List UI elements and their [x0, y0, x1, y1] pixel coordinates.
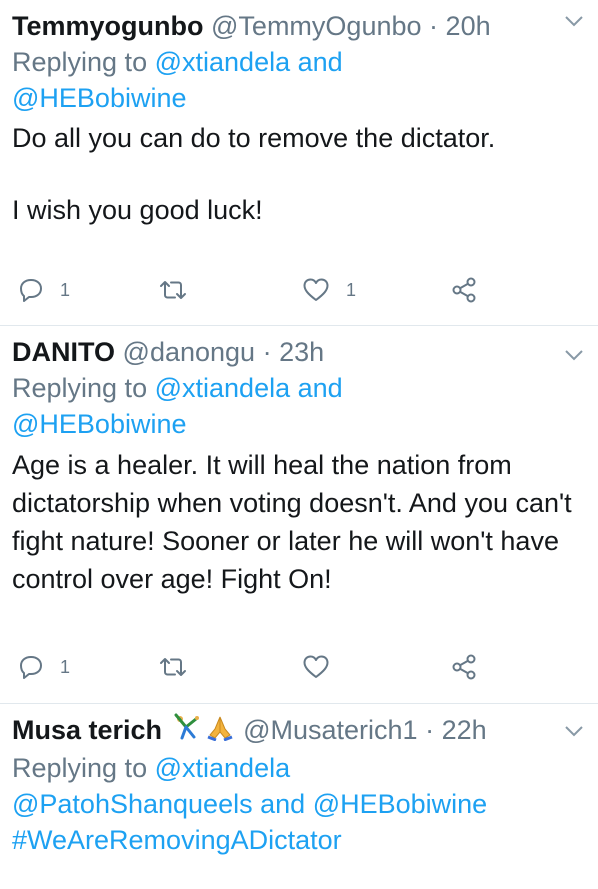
author-handle[interactable]: @TemmyOgunbo [211, 11, 422, 41]
folded-hands-icon [206, 713, 234, 750]
separator-dot: · [262, 337, 272, 367]
chevron-down-icon[interactable] [564, 348, 584, 367]
tweet-header: Musa terich @Musaterich1 · 22h [12, 712, 584, 750]
reply-icon [18, 277, 44, 303]
author-handle[interactable]: @Musaterich1 [243, 715, 417, 745]
mention-link[interactable]: @PatohShanqueels [12, 789, 253, 819]
tweet-text: #WeAreRemovingADictator [12, 822, 584, 858]
separator-dot: · [425, 715, 435, 745]
tweet[interactable]: Temmyogunbo @TemmyOgunbo · 20h Replying … [0, 0, 598, 326]
tweet-actions: 1 1 [12, 272, 584, 308]
author-handle[interactable]: @danongu [123, 337, 256, 367]
replying-and[interactable]: and [260, 789, 305, 819]
heart-icon [302, 277, 330, 303]
reply-button[interactable]: 1 [18, 649, 70, 685]
reply-button[interactable]: 1 [18, 272, 70, 308]
reply-count: 1 [60, 279, 71, 300]
replying-and[interactable]: and [298, 373, 343, 403]
share-button[interactable] [450, 272, 478, 308]
author-name[interactable]: DANITO [12, 337, 115, 367]
chevron-down-icon[interactable] [564, 14, 584, 33]
separator-dot: · [429, 11, 439, 41]
mention-link[interactable]: @HEBobiwine [12, 409, 187, 439]
hashtag-link[interactable]: #WeAreRemovingADictator [12, 825, 342, 855]
reply-icon [18, 654, 44, 680]
tweet-actions: 1 [12, 649, 584, 685]
reply-count: 1 [60, 656, 71, 677]
chevron-down-icon[interactable] [564, 724, 584, 743]
replying-to: Replying to @xtiandela and @HEBobiwine [12, 370, 584, 442]
share-icon [450, 276, 478, 304]
like-button[interactable]: 1 [302, 272, 356, 308]
mention-link[interactable]: @xtiandela [155, 373, 291, 403]
replying-to: Replying to @xtiandela @PatohShanqueels … [12, 750, 584, 822]
timestamp[interactable]: 23h [279, 337, 324, 367]
share-button[interactable] [450, 649, 478, 685]
mention-link[interactable]: @xtiandela [155, 47, 291, 77]
author-name[interactable]: Musa terich [12, 715, 162, 745]
person-cartwheeling-icon [172, 713, 202, 750]
like-button[interactable] [302, 649, 346, 685]
tweet-header: Temmyogunbo @TemmyOgunbo · 20h [12, 8, 584, 44]
retweet-button[interactable] [158, 649, 204, 685]
tweet-header: DANITO @danongu · 23h [12, 334, 584, 370]
tweet-text: Do all you can do to remove the dictator… [12, 120, 584, 228]
share-icon [450, 653, 478, 681]
retweet-button[interactable] [158, 272, 204, 308]
heart-icon [302, 654, 330, 680]
tweet-text-line: I wish you good luck! [12, 195, 263, 225]
tweet-text-body: Age is a healer. It will heal the nation… [12, 450, 572, 594]
tweet[interactable]: DANITO @danongu · 23h Replying to @xtian… [0, 326, 598, 704]
tweet-text-line: Do all you can do to remove the dictator… [12, 123, 496, 153]
mention-link[interactable]: @HEBobiwine [12, 83, 187, 113]
replying-and[interactable]: and [298, 47, 343, 77]
tweet[interactable]: Musa terich @Musaterich1 · 22h Replying … [0, 704, 598, 889]
mention-link[interactable]: @HEBobiwine [313, 789, 488, 819]
replying-prefix: Replying to [12, 47, 148, 77]
replying-prefix: Replying to [12, 373, 148, 403]
tweet-text: Age is a healer. It will heal the nation… [12, 446, 572, 598]
timestamp[interactable]: 20h [446, 11, 491, 41]
retweet-icon [158, 655, 188, 679]
retweet-icon [158, 278, 188, 302]
author-name[interactable]: Temmyogunbo [12, 11, 204, 41]
replying-to: Replying to @xtiandela and @HEBobiwine [12, 44, 584, 116]
mention-link[interactable]: @xtiandela [155, 753, 291, 783]
like-count: 1 [346, 279, 357, 300]
timestamp[interactable]: 22h [442, 715, 487, 745]
replying-prefix: Replying to [12, 753, 148, 783]
